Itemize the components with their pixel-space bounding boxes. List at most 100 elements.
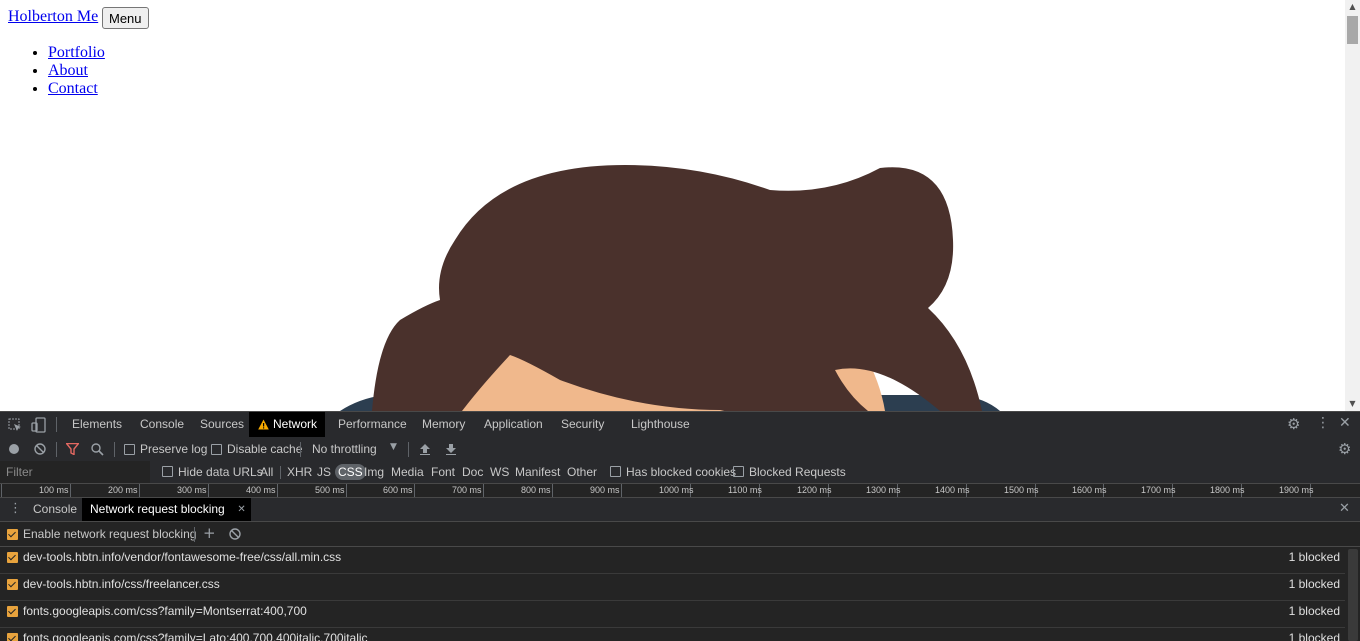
export-har-icon[interactable]: [445, 443, 457, 455]
page-scrollbar[interactable]: ▲ ▼: [1345, 0, 1360, 411]
toolbar-divider: [56, 442, 57, 457]
timeline-label: 1800 ms: [1210, 485, 1245, 495]
timeline-tick: [346, 484, 347, 497]
tab-console[interactable]: Console: [132, 412, 192, 437]
pattern-row[interactable]: fonts.googleapis.com/css?family=Montserr…: [0, 601, 1345, 628]
nav-item: About: [48, 62, 105, 80]
page-scrollbar-thumb[interactable]: [1347, 16, 1358, 44]
pattern-row[interactable]: fonts.googleapis.com/css?family=Lato:400…: [0, 628, 1345, 641]
preserve-log-label: Preserve log: [140, 442, 208, 456]
filter-type-xhr[interactable]: XHR: [287, 461, 312, 483]
tab-memory[interactable]: Memory: [414, 412, 473, 437]
pattern-row[interactable]: dev-tools.hbtn.info/css/freelancer.css 1…: [0, 574, 1345, 601]
tab-application[interactable]: Application: [476, 412, 551, 437]
timeline-label: 900 ms: [590, 485, 620, 495]
network-filter-bar: Filter Hide data URLs All XHR JS CSS Img…: [0, 461, 1360, 484]
close-drawer-icon[interactable]: ✕: [1339, 501, 1350, 516]
timeline-tick: [414, 484, 415, 497]
pattern-checkbox[interactable]: [7, 633, 18, 641]
drawer-tab-label: Network request blocking: [90, 502, 225, 516]
chevron-down-icon[interactable]: ▼: [390, 442, 397, 452]
inspect-element-icon[interactable]: [8, 418, 22, 432]
timeline-tick: [621, 484, 622, 497]
clear-icon[interactable]: [34, 443, 46, 455]
nav-link-portfolio[interactable]: Portfolio: [48, 44, 105, 61]
tab-sources[interactable]: Sources: [192, 412, 252, 437]
blocked-patterns-list: dev-tools.hbtn.info/vendor/fontawesome-f…: [0, 547, 1360, 641]
import-har-icon[interactable]: [419, 443, 431, 455]
timeline-label: 500 ms: [315, 485, 345, 495]
filter-type-all[interactable]: All: [260, 461, 273, 483]
blocked-requests-label: Blocked Requests: [749, 465, 846, 479]
timeline-label: 300 ms: [177, 485, 207, 495]
request-blocking-toolbar: Enable network request blocking +: [0, 522, 1360, 547]
filter-type-doc[interactable]: Doc: [462, 461, 483, 483]
device-toolbar-icon[interactable]: [31, 417, 47, 433]
filter-type-media[interactable]: Media: [391, 461, 424, 483]
scroll-down-arrow-icon[interactable]: ▼: [1345, 397, 1360, 411]
tab-network[interactable]: Network: [249, 412, 326, 437]
remove-all-patterns-icon[interactable]: [229, 528, 241, 540]
timeline-label: 1900 ms: [1279, 485, 1314, 495]
tab-security[interactable]: Security: [553, 412, 612, 437]
tab-performance[interactable]: Performance: [330, 412, 415, 437]
pattern-text: dev-tools.hbtn.info/vendor/fontawesome-f…: [23, 550, 342, 564]
timeline-label: 700 ms: [452, 485, 482, 495]
enable-blocking-checkbox[interactable]: [7, 529, 18, 540]
toolbar-divider: [408, 442, 409, 457]
devtools-panel: Elements Console Sources Network Perform…: [0, 411, 1360, 641]
timeline-label: 200 ms: [108, 485, 138, 495]
network-settings-gear-icon[interactable]: ⚙: [1338, 440, 1351, 458]
pattern-blocked-count: 1 blocked: [1288, 604, 1340, 618]
throttling-select[interactable]: No throttling: [312, 438, 377, 460]
timeline-label: 1300 ms: [866, 485, 901, 495]
search-icon[interactable]: [91, 443, 104, 456]
drawer-menu-icon[interactable]: ⋮: [9, 501, 22, 516]
add-pattern-icon[interactable]: +: [203, 524, 216, 542]
timeline-label: 1400 ms: [935, 485, 970, 495]
enable-blocking-label: Enable network request blocking: [23, 527, 197, 541]
preserve-log-checkbox[interactable]: [124, 444, 135, 455]
pattern-checkbox[interactable]: [7, 579, 18, 590]
scroll-up-arrow-icon[interactable]: ▲: [1345, 0, 1360, 14]
drawer-tab-network-request-blocking[interactable]: Network request blocking ✕: [82, 498, 251, 521]
filter-icon[interactable]: [66, 443, 79, 455]
timeline-overview[interactable]: 100 ms 200 ms 300 ms 400 ms 500 ms 600 ms 700 …: [0, 484, 1360, 498]
menu-button[interactable]: Menu: [102, 7, 149, 29]
timeline-label: 400 ms: [246, 485, 276, 495]
pattern-row[interactable]: dev-tools.hbtn.info/vendor/fontawesome-f…: [0, 547, 1345, 574]
filter-type-img[interactable]: Img: [364, 461, 384, 483]
filter-type-js[interactable]: JS: [317, 461, 331, 483]
pattern-checkbox[interactable]: [7, 552, 18, 563]
tab-elements[interactable]: Elements: [64, 412, 130, 437]
has-blocked-cookies-checkbox[interactable]: [610, 466, 621, 477]
timeline-label: 100 ms: [39, 485, 69, 495]
settings-gear-icon[interactable]: ⚙: [1287, 415, 1300, 433]
nav-link-about[interactable]: About: [48, 62, 88, 79]
filter-type-css[interactable]: CSS: [335, 464, 366, 480]
timeline-label: 600 ms: [383, 485, 413, 495]
record-icon[interactable]: [9, 444, 19, 454]
nav-link-contact[interactable]: Contact: [48, 80, 98, 97]
more-options-icon[interactable]: ⋮: [1316, 415, 1330, 431]
pattern-text: fonts.googleapis.com/css?family=Montserr…: [23, 604, 307, 618]
brand-link[interactable]: Holberton Me: [8, 8, 98, 26]
blocked-requests-checkbox[interactable]: [733, 466, 744, 477]
disable-cache-checkbox[interactable]: [211, 444, 222, 455]
tab-lighthouse[interactable]: Lighthouse: [623, 412, 698, 437]
filter-type-other[interactable]: Other: [567, 461, 597, 483]
close-tab-icon[interactable]: ✕: [237, 498, 245, 521]
pattern-checkbox[interactable]: [7, 606, 18, 617]
filter-input[interactable]: Filter: [0, 461, 150, 483]
filter-type-ws[interactable]: WS: [490, 461, 509, 483]
close-devtools-icon[interactable]: ✕: [1339, 415, 1351, 431]
pattern-blocked-count: 1 blocked: [1288, 550, 1340, 564]
avatar-illustration: [340, 165, 1000, 411]
timeline-label: 1500 ms: [1004, 485, 1039, 495]
timeline-tick: [552, 484, 553, 497]
hide-data-urls-checkbox[interactable]: [162, 466, 173, 477]
filter-type-font[interactable]: Font: [431, 461, 455, 483]
filter-type-manifest[interactable]: Manifest: [515, 461, 560, 483]
drawer-tab-console[interactable]: Console: [25, 498, 85, 521]
patterns-scrollbar[interactable]: [1348, 549, 1358, 641]
